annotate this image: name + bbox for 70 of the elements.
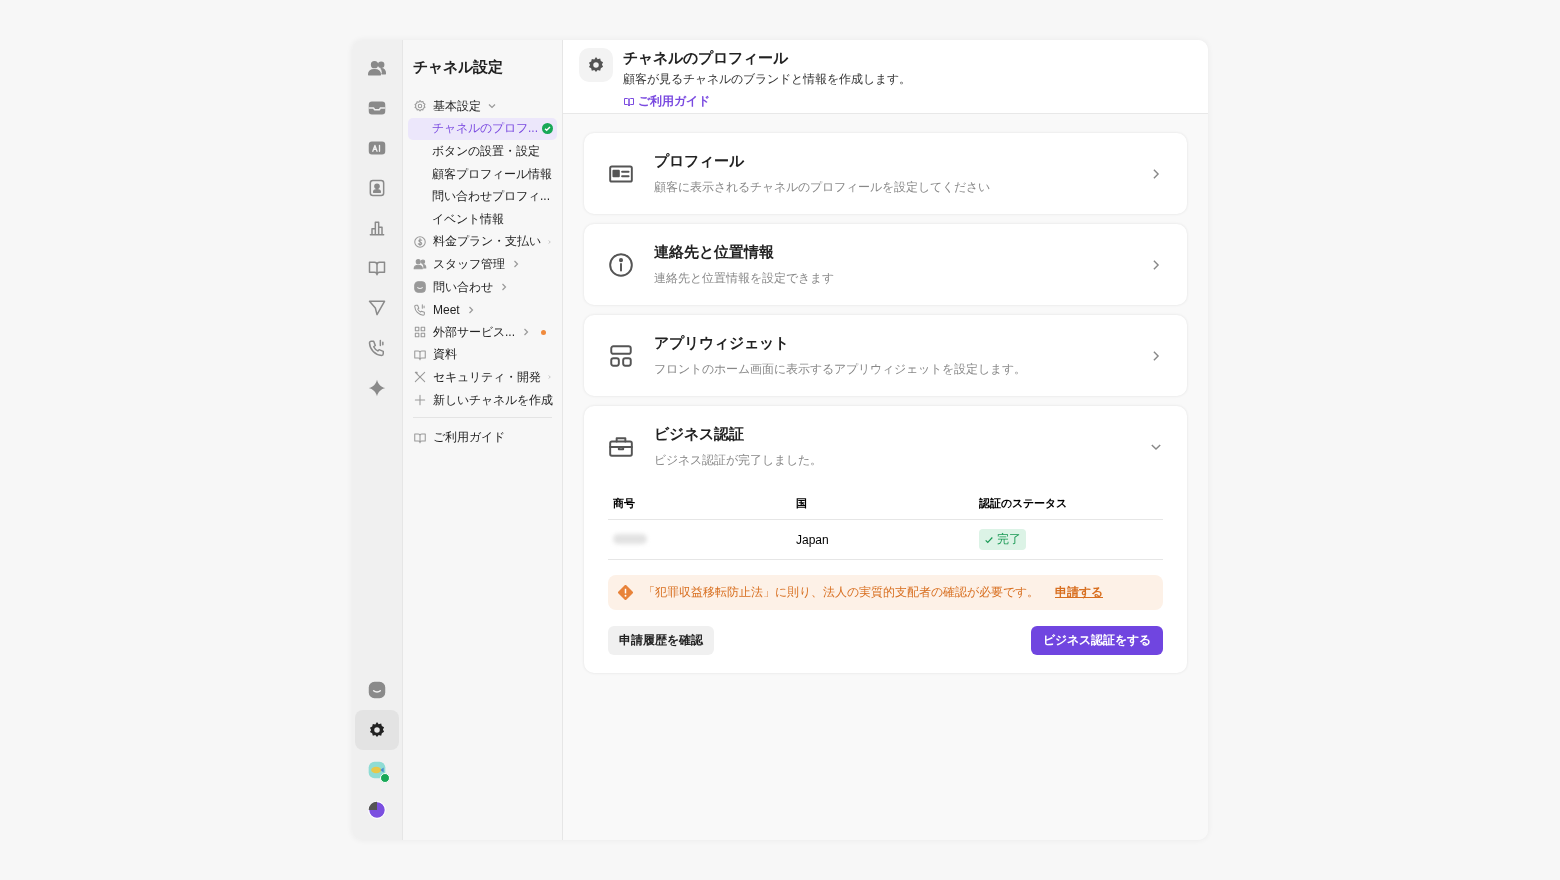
nav-item[interactable]: セキュリティ・開発: [408, 366, 557, 389]
verify-button[interactable]: ビジネス認証をする: [1031, 626, 1163, 655]
phone-icon: [367, 338, 387, 358]
inbox-icon: [367, 98, 387, 118]
send-icon: [367, 298, 387, 318]
book-icon: [623, 95, 635, 108]
ai-icon: [367, 138, 387, 158]
widget-icon: [608, 342, 634, 369]
nav-subitem[interactable]: 問い合わせプロフィ...: [408, 185, 557, 208]
card-title: アプリウィジェット: [654, 333, 790, 353]
card-description: ビジネス認証が完了しました。: [654, 451, 823, 469]
card-description: フロントのホーム画面に表示するアプリウィジェットを設定します。: [654, 360, 1027, 378]
settings-card[interactable]: プロフィール 顧客に表示されるチャネルのプロフィールを設定してください: [584, 133, 1187, 214]
status-badge: 完了: [979, 529, 1026, 550]
info-icon: [608, 251, 634, 278]
card-description: 連絡先と位置情報を設定できます: [654, 269, 835, 287]
card-title: 連絡先と位置情報: [654, 242, 775, 262]
phone-icon: [413, 302, 427, 317]
warning-icon: [618, 585, 633, 600]
blurred-text: [613, 533, 647, 544]
settings-card[interactable]: アプリウィジェット フロントのホーム画面に表示するアプリウィジェットを設定します。: [584, 315, 1187, 396]
rail-button[interactable]: [355, 710, 399, 750]
panel-title: チャネル設定: [412, 57, 504, 77]
contact-icon: [367, 178, 387, 198]
card-description: 顧客に表示されるチャネルのプロフィールを設定してください: [654, 178, 991, 196]
column-header: 国: [796, 495, 808, 511]
nav-item[interactable]: 問い合わせ: [408, 275, 557, 299]
chevron-icon: [511, 259, 521, 270]
people-icon: [367, 58, 387, 78]
page-subtitle: 顧客が見るチャネルのブランドと情報を作成します。: [623, 71, 911, 88]
column-header: 認証のステータス: [979, 495, 1068, 511]
avatar-icon: [367, 760, 387, 780]
settings-icon: [579, 48, 613, 82]
settings-card[interactable]: 連絡先と位置情報 連絡先と位置情報を設定できます: [584, 224, 1187, 305]
nav-item[interactable]: 外部サービス...: [408, 320, 557, 344]
warning-text: 「犯罪収益移転防止法」に則り、法人の実質的支配者の確認が必要です。: [643, 584, 1039, 601]
chevron-icon: [521, 327, 531, 338]
nav-subitem[interactable]: チャネルのプロフ...: [408, 117, 557, 141]
chat-icon: [413, 280, 427, 295]
nav-item[interactable]: 基本設定: [408, 95, 557, 118]
gear-icon: [413, 99, 427, 114]
nav-item[interactable]: 料金プラン・支払い: [408, 230, 557, 254]
nav-item[interactable]: スタッフ管理: [408, 253, 557, 276]
column-header: 商号: [613, 495, 636, 511]
nav-item[interactable]: 資料: [408, 343, 557, 367]
grid-icon: [413, 325, 427, 340]
workspace-icon: [367, 800, 387, 820]
book-icon: [367, 258, 387, 278]
plus-icon: [413, 393, 427, 407]
people-icon: [413, 257, 427, 272]
settings-card[interactable]: ビジネス認証 ビジネス認証が完了しました。 商号 国 認証のステータス Japan 完了 「犯罪収益移転防止法」に則り、法人の実質的支配者の確認が必要です。 申請する 申請履歴を確認 ビジネス認証をする: [584, 406, 1187, 673]
card-title: プロフィール: [654, 151, 745, 171]
page-title: チャネルのプロフィール: [623, 49, 789, 68]
nav-item[interactable]: 新しいチャネルを作成: [408, 388, 557, 412]
chat-icon: [367, 680, 387, 700]
nav-item[interactable]: Meet: [408, 298, 557, 321]
chevron-icon: [499, 282, 509, 293]
book-icon: [413, 347, 427, 362]
table-cell: Japan: [796, 532, 829, 547]
chart-icon: [367, 218, 387, 238]
guide-link[interactable]: ご利用ガイド: [408, 426, 557, 449]
book-icon: [413, 430, 427, 445]
guide-link[interactable]: ご利用ガイド: [623, 93, 710, 110]
sparkle-icon: [367, 378, 387, 398]
history-button[interactable]: 申請履歴を確認: [608, 626, 714, 655]
card-title: ビジネス認証: [654, 424, 745, 444]
nav-subitem[interactable]: ボタンの設置・設定: [408, 140, 557, 163]
dollar-icon: [413, 234, 427, 249]
nav-subitem[interactable]: 顧客プロフィール情報: [408, 162, 557, 186]
nav-subitem[interactable]: イベント情報: [408, 207, 557, 231]
